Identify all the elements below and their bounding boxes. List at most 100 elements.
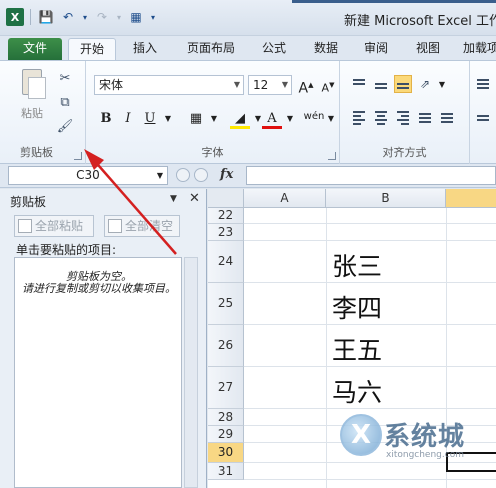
name-box[interactable]: C30 ▼ xyxy=(8,166,168,185)
column-header-a[interactable]: A xyxy=(244,189,326,208)
clear-all-button[interactable]: 全部清空 xyxy=(104,215,180,237)
copy-icon[interactable]: ⧉ xyxy=(56,93,74,111)
row-header-29[interactable]: 29 xyxy=(208,426,244,443)
row-header-27[interactable]: 27 xyxy=(208,367,244,409)
paste-button[interactable]: 粘贴 xyxy=(14,67,50,121)
tab-file[interactable]: 文件 xyxy=(8,38,62,60)
align-left-icon[interactable] xyxy=(350,109,368,127)
row-header-31[interactable]: 31 xyxy=(208,463,244,480)
redo-dropdown-icon[interactable]: ▾ xyxy=(115,8,123,26)
table-icon[interactable]: ▦ xyxy=(127,8,145,26)
format-painter-icon[interactable]: 🖌 xyxy=(56,117,74,135)
font-name-combo[interactable]: 宋体 ▼ xyxy=(94,75,244,95)
undo-dropdown-icon[interactable]: ▾ xyxy=(81,8,89,26)
redo-icon[interactable]: ↷ xyxy=(93,8,111,26)
underline-button[interactable]: U xyxy=(140,109,160,129)
watermark-logo-icon: X xyxy=(340,414,382,456)
border-dropdown-icon[interactable]: ▼ xyxy=(204,109,224,129)
clear-all-icon xyxy=(108,219,122,233)
qat-customize-icon[interactable]: ▾ xyxy=(149,8,157,26)
watermark-logo-letter: X xyxy=(351,420,372,450)
select-all-corner[interactable] xyxy=(208,189,244,208)
border-icon[interactable]: ▦ xyxy=(186,109,206,129)
excel-logo-icon[interactable]: X xyxy=(6,8,24,26)
orientation-dropdown-icon[interactable]: ▼ xyxy=(438,75,446,93)
tab-addins[interactable]: 加载项 xyxy=(460,38,496,60)
wrap-text-icon[interactable] xyxy=(474,75,492,93)
paste-sheet-icon xyxy=(28,77,46,99)
font-name-value: 宋体 xyxy=(99,78,124,92)
title-bar: X 💾 ↶ ▾ ↷ ▾ ▦ ▾ 新建 Microsoft Excel 工作表 xyxy=(0,0,496,36)
quick-access-toolbar: X 💾 ↶ ▾ ↷ ▾ ▦ ▾ xyxy=(6,8,157,26)
align-center-icon[interactable] xyxy=(372,109,390,127)
ribbon: 粘贴 ✂ ⧉ 🖌 剪贴板 宋体 ▼ 12 ▼ A▲ A▼ B I U ▼ ▦ ▼… xyxy=(0,60,496,164)
gridline xyxy=(326,208,327,488)
row-header-30[interactable]: 30 xyxy=(208,443,244,463)
italic-button[interactable]: I xyxy=(118,109,138,129)
row-header-25[interactable]: 25 xyxy=(208,283,244,325)
formula-input[interactable] xyxy=(246,166,496,185)
undo-icon[interactable]: ↶ xyxy=(59,8,77,26)
name-box-value: C30 xyxy=(76,168,100,182)
pane-options-icon[interactable]: ▼ xyxy=(170,194,177,204)
cell-b26[interactable]: 王五 xyxy=(332,331,382,367)
merge-cells-icon[interactable] xyxy=(474,109,492,127)
fill-color-icon[interactable]: ◢ xyxy=(230,109,250,129)
save-icon[interactable]: 💾 xyxy=(37,8,55,26)
pane-title: 剪贴板 xyxy=(10,195,47,209)
chevron-down-icon[interactable]: ▼ xyxy=(157,167,163,184)
tab-view[interactable]: 视图 xyxy=(408,38,448,60)
watermark-text: 系统城 xyxy=(384,422,466,452)
align-right-icon[interactable] xyxy=(394,109,412,127)
phonetic-guide-button[interactable]: wén xyxy=(300,107,328,127)
row-header-24[interactable]: 24 xyxy=(208,241,244,283)
pane-scrollbar[interactable] xyxy=(184,257,198,488)
clipboard-dialog-launcher[interactable] xyxy=(74,152,82,160)
row-header-22[interactable]: 22 xyxy=(208,208,244,224)
tab-formulas[interactable]: 公式 xyxy=(254,38,294,60)
empty-instructions: 请进行复制或剪切以收集项目。 xyxy=(22,282,176,295)
wrap-text-group xyxy=(470,61,496,164)
align-top-icon[interactable] xyxy=(350,75,368,93)
confirm-entry-icon[interactable] xyxy=(194,168,208,182)
column-header-c[interactable] xyxy=(446,189,496,208)
phonetic-dropdown-icon[interactable]: ▼ xyxy=(326,109,336,129)
tab-page-layout[interactable]: 页面布局 xyxy=(178,38,244,60)
insert-function-button[interactable]: fx xyxy=(220,167,244,182)
increase-indent-icon[interactable] xyxy=(438,109,456,127)
chevron-down-icon[interactable]: ▼ xyxy=(234,76,240,94)
cell-b25[interactable]: 李四 xyxy=(332,289,382,325)
font-group: 宋体 ▼ 12 ▼ A▲ A▼ B I U ▼ ▦ ▼ ◢ ▼ A ▼ wén … xyxy=(86,61,340,164)
font-color-dropdown-icon[interactable]: ▼ xyxy=(280,109,300,129)
grow-font-icon[interactable]: A▲ xyxy=(296,75,316,97)
cell-b24[interactable]: 张三 xyxy=(332,247,382,283)
row-header-26[interactable]: 26 xyxy=(208,325,244,367)
align-bottom-icon[interactable] xyxy=(394,75,412,93)
tab-review[interactable]: 审阅 xyxy=(356,38,396,60)
cut-icon[interactable]: ✂ xyxy=(56,69,74,87)
column-header-b[interactable]: B xyxy=(326,189,446,208)
row-header-28[interactable]: 28 xyxy=(208,409,244,426)
tab-data[interactable]: 数据 xyxy=(306,38,346,60)
orientation-icon[interactable]: ⇗ xyxy=(416,75,434,93)
clipboard-pane: 剪贴板 ▼ ✕ 全部粘贴 全部清空 单击要粘贴的项目: 剪贴板为空。 请进行复制… xyxy=(0,189,207,488)
shrink-font-icon[interactable]: A▼ xyxy=(318,75,338,95)
align-middle-icon[interactable] xyxy=(372,75,390,93)
underline-dropdown-icon[interactable]: ▼ xyxy=(158,109,178,129)
row-header-23[interactable]: 23 xyxy=(208,224,244,241)
bold-button[interactable]: B xyxy=(96,109,116,129)
font-dialog-launcher[interactable] xyxy=(328,152,336,160)
paste-all-button[interactable]: 全部粘贴 xyxy=(14,215,94,237)
clipboard-group-label: 剪贴板 xyxy=(20,146,53,159)
font-size-value: 12 xyxy=(253,78,269,92)
font-size-combo[interactable]: 12 ▼ xyxy=(248,75,292,95)
clear-all-label: 全部清空 xyxy=(125,219,174,233)
chevron-down-icon[interactable]: ▼ xyxy=(282,76,288,94)
cancel-entry-icon[interactable] xyxy=(176,168,190,182)
close-icon[interactable]: ✕ xyxy=(189,191,200,206)
tab-home[interactable]: 开始 xyxy=(68,38,116,60)
clipboard-item-list[interactable]: 剪贴板为空。 请进行复制或剪切以收集项目。 xyxy=(14,257,182,488)
font-color-button[interactable]: A xyxy=(262,109,282,129)
decrease-indent-icon[interactable] xyxy=(416,109,434,127)
tab-insert[interactable]: 插入 xyxy=(124,38,166,60)
